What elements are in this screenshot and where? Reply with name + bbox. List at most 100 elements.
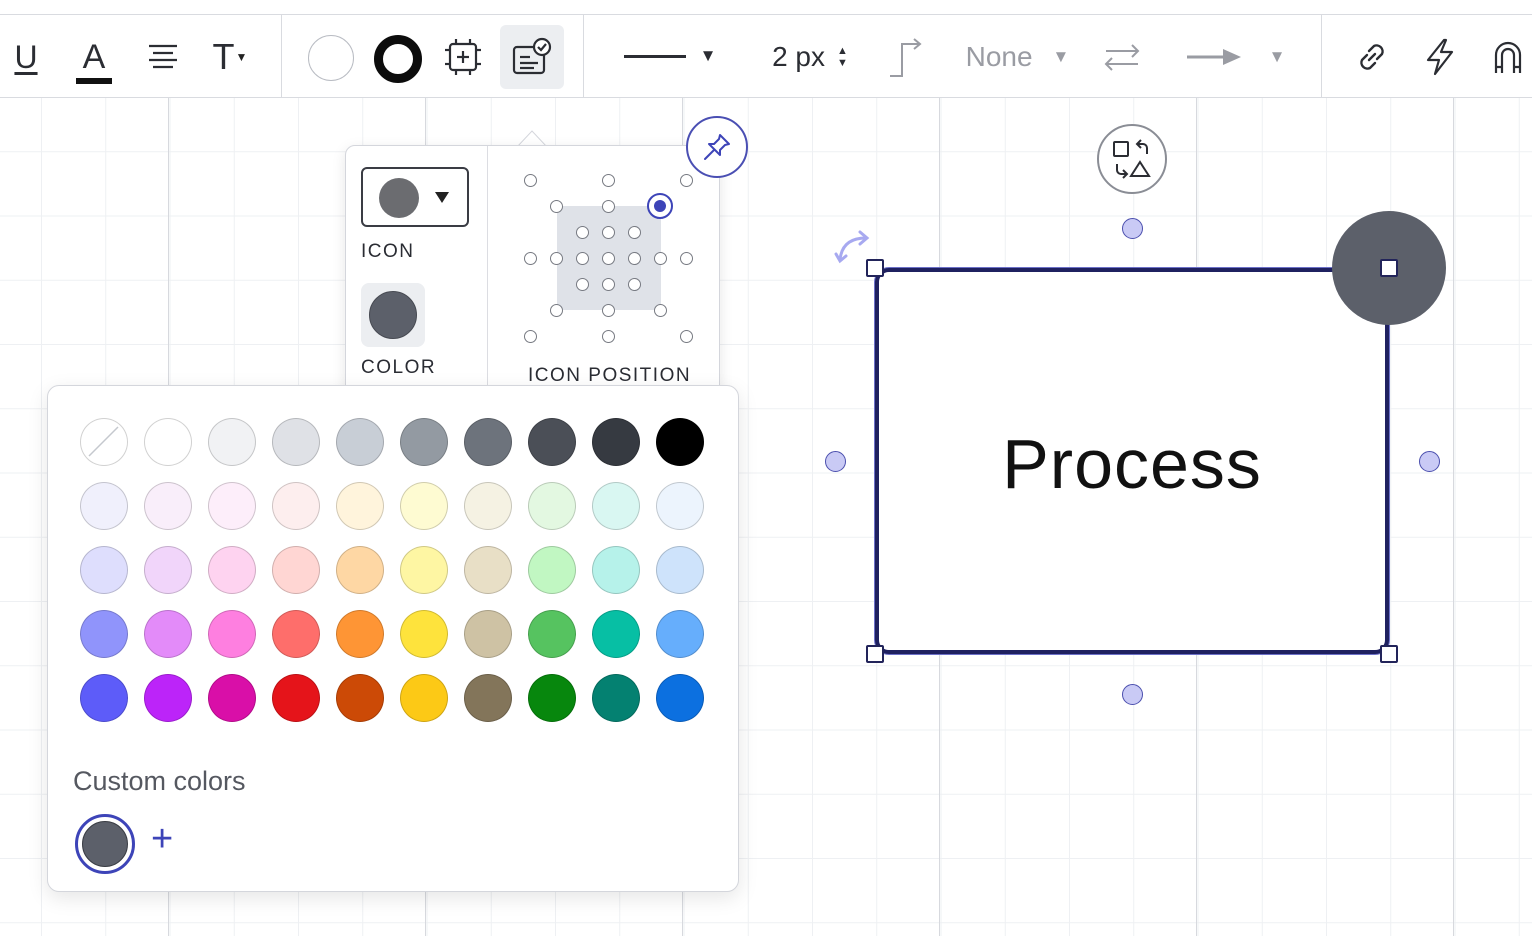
icon-position-option[interactable]: [679, 329, 693, 343]
color-swatch[interactable]: [400, 418, 448, 466]
color-swatch[interactable]: [400, 610, 448, 658]
icon-position-option[interactable]: [575, 225, 589, 239]
connector-anchor-right[interactable]: [1419, 451, 1440, 472]
color-swatch[interactable]: [528, 418, 576, 466]
text-color-button[interactable]: A: [72, 33, 116, 91]
color-swatch[interactable]: [208, 674, 256, 722]
crop-button[interactable]: [441, 35, 485, 79]
color-swatch[interactable]: [272, 482, 320, 530]
color-swatch[interactable]: [144, 418, 192, 466]
color-swatch[interactable]: [80, 546, 128, 594]
color-swatch[interactable]: [464, 674, 512, 722]
icon-position-option[interactable]: [523, 173, 537, 187]
color-swatch[interactable]: [528, 482, 576, 530]
resize-handle-bottom-left[interactable]: [866, 645, 884, 663]
color-swatch[interactable]: [528, 674, 576, 722]
connector-anchor-left[interactable]: [825, 451, 846, 472]
color-swatch[interactable]: [592, 610, 640, 658]
icon-select-dropdown[interactable]: [361, 167, 469, 227]
icon-position-option[interactable]: [601, 225, 615, 239]
color-swatch[interactable]: [400, 546, 448, 594]
color-swatch[interactable]: [336, 482, 384, 530]
resize-handle-top-right[interactable]: [1380, 259, 1398, 277]
connector-anchor-bottom[interactable]: [1122, 684, 1143, 705]
resize-handle-top-left[interactable]: [866, 259, 884, 277]
color-swatch[interactable]: [464, 546, 512, 594]
icon-position-option[interactable]: [679, 251, 693, 265]
color-swatch[interactable]: [592, 546, 640, 594]
color-swatch[interactable]: [656, 546, 704, 594]
color-swatch[interactable]: [80, 674, 128, 722]
color-swatch[interactable]: [592, 418, 640, 466]
color-swatch[interactable]: [592, 482, 640, 530]
color-swatch[interactable]: [208, 610, 256, 658]
color-swatch[interactable]: [464, 610, 512, 658]
icon-position-option[interactable]: [549, 199, 563, 213]
color-swatch[interactable]: [400, 674, 448, 722]
line-width-stepper[interactable]: 2 px ▲ ▼: [760, 37, 860, 77]
shape-label[interactable]: Process: [879, 424, 1385, 504]
swap-ends-button[interactable]: [1100, 37, 1144, 77]
color-swatch[interactable]: [400, 482, 448, 530]
icon-position-option[interactable]: [575, 277, 589, 291]
icon-position-option[interactable]: [601, 251, 615, 265]
color-swatch[interactable]: [272, 674, 320, 722]
add-custom-color-button[interactable]: +: [151, 820, 173, 858]
color-swatch[interactable]: [144, 674, 192, 722]
line-style-dropdown[interactable]: ▼: [620, 41, 720, 71]
color-swatch[interactable]: [272, 610, 320, 658]
color-swatch[interactable]: [208, 482, 256, 530]
color-swatch[interactable]: [656, 610, 704, 658]
fill-color-button[interactable]: [306, 33, 356, 83]
icon-position-option[interactable]: [601, 199, 615, 213]
color-swatch[interactable]: [464, 418, 512, 466]
icon-position-option[interactable]: [601, 329, 615, 343]
icon-position-option[interactable]: [653, 251, 667, 265]
color-swatch[interactable]: [80, 610, 128, 658]
color-swatch[interactable]: [144, 610, 192, 658]
color-swatch[interactable]: [144, 482, 192, 530]
icon-position-option[interactable]: [523, 251, 537, 265]
icon-position-option[interactable]: [601, 277, 615, 291]
color-swatch[interactable]: [656, 482, 704, 530]
color-swatch[interactable]: [208, 418, 256, 466]
icon-position-option[interactable]: [627, 225, 641, 239]
color-swatch[interactable]: [272, 418, 320, 466]
swap-shape-button[interactable]: [1097, 124, 1167, 194]
align-button[interactable]: [143, 37, 183, 77]
actions-button[interactable]: [1418, 35, 1462, 79]
color-swatch[interactable]: [528, 546, 576, 594]
icon-position-option-selected[interactable]: [647, 193, 673, 219]
color-swatch[interactable]: [208, 546, 256, 594]
color-swatch[interactable]: [656, 674, 704, 722]
icon-position-option[interactable]: [653, 303, 667, 317]
icon-color-button[interactable]: [361, 283, 425, 347]
connector-style-button[interactable]: [884, 35, 928, 79]
color-swatch[interactable]: [464, 482, 512, 530]
icon-position-option[interactable]: [627, 277, 641, 291]
color-swatch[interactable]: [80, 482, 128, 530]
icon-position-option[interactable]: [627, 251, 641, 265]
color-swatch[interactable]: [336, 546, 384, 594]
magnet-button[interactable]: [1488, 35, 1528, 79]
color-swatch[interactable]: [656, 418, 704, 466]
text-size-button[interactable]: T ▼: [206, 35, 254, 79]
color-swatch[interactable]: [336, 610, 384, 658]
color-swatch[interactable]: [528, 610, 576, 658]
resize-handle-bottom-right[interactable]: [1380, 645, 1398, 663]
line-end-dropdown[interactable]: ▼: [1180, 37, 1290, 77]
icon-position-option[interactable]: [575, 251, 589, 265]
icon-position-option[interactable]: [679, 173, 693, 187]
color-swatch[interactable]: [592, 674, 640, 722]
color-swatch[interactable]: [336, 418, 384, 466]
icon-position-option[interactable]: [601, 173, 615, 187]
pin-panel-button[interactable]: [686, 116, 748, 178]
underline-button[interactable]: U: [8, 35, 44, 79]
process-shape[interactable]: Process: [875, 268, 1389, 654]
color-swatch[interactable]: [336, 674, 384, 722]
icon-position-option[interactable]: [523, 329, 537, 343]
link-button[interactable]: [1350, 35, 1394, 79]
custom-color-swatch[interactable]: [75, 814, 135, 874]
no-color-swatch[interactable]: [80, 418, 128, 466]
color-swatch[interactable]: [144, 546, 192, 594]
